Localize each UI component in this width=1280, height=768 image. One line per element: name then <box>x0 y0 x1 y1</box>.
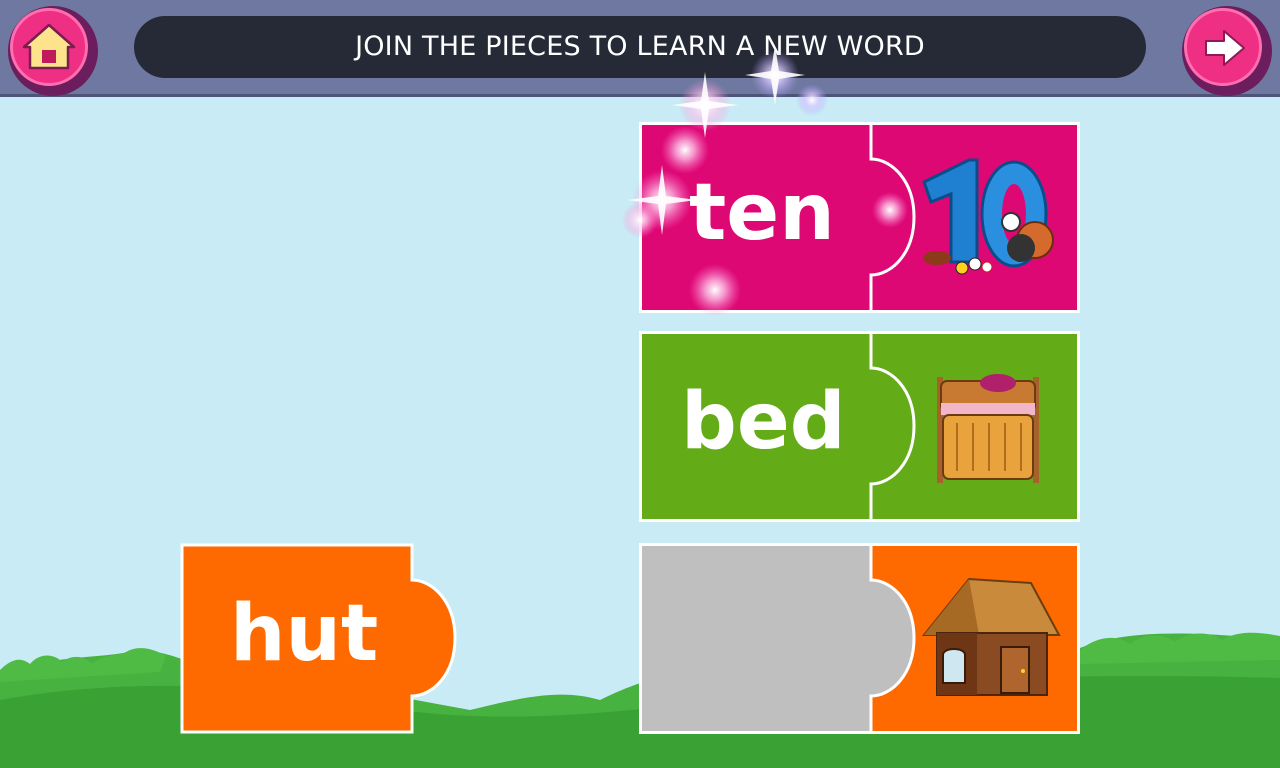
home-button[interactable] <box>8 6 98 96</box>
puzzle-row-hut <box>639 543 1080 734</box>
puzzle-row-ten: ten <box>639 122 1080 313</box>
word-hut: hut <box>230 589 379 679</box>
word-bed: bed <box>681 377 846 467</box>
word-ten: ten <box>689 168 835 258</box>
next-button[interactable] <box>1182 6 1272 96</box>
puzzle-row-bed: bed <box>639 331 1080 522</box>
puzzle-pieces-hut <box>639 543 1080 734</box>
arrow-right-icon <box>1205 30 1245 66</box>
home-icon <box>22 23 76 70</box>
bed-picture <box>937 374 1039 483</box>
draggable-piece-hut[interactable]: hut <box>180 543 460 734</box>
instruction-banner: JOIN THE PIECES TO LEARN A NEW WORD <box>134 16 1146 78</box>
